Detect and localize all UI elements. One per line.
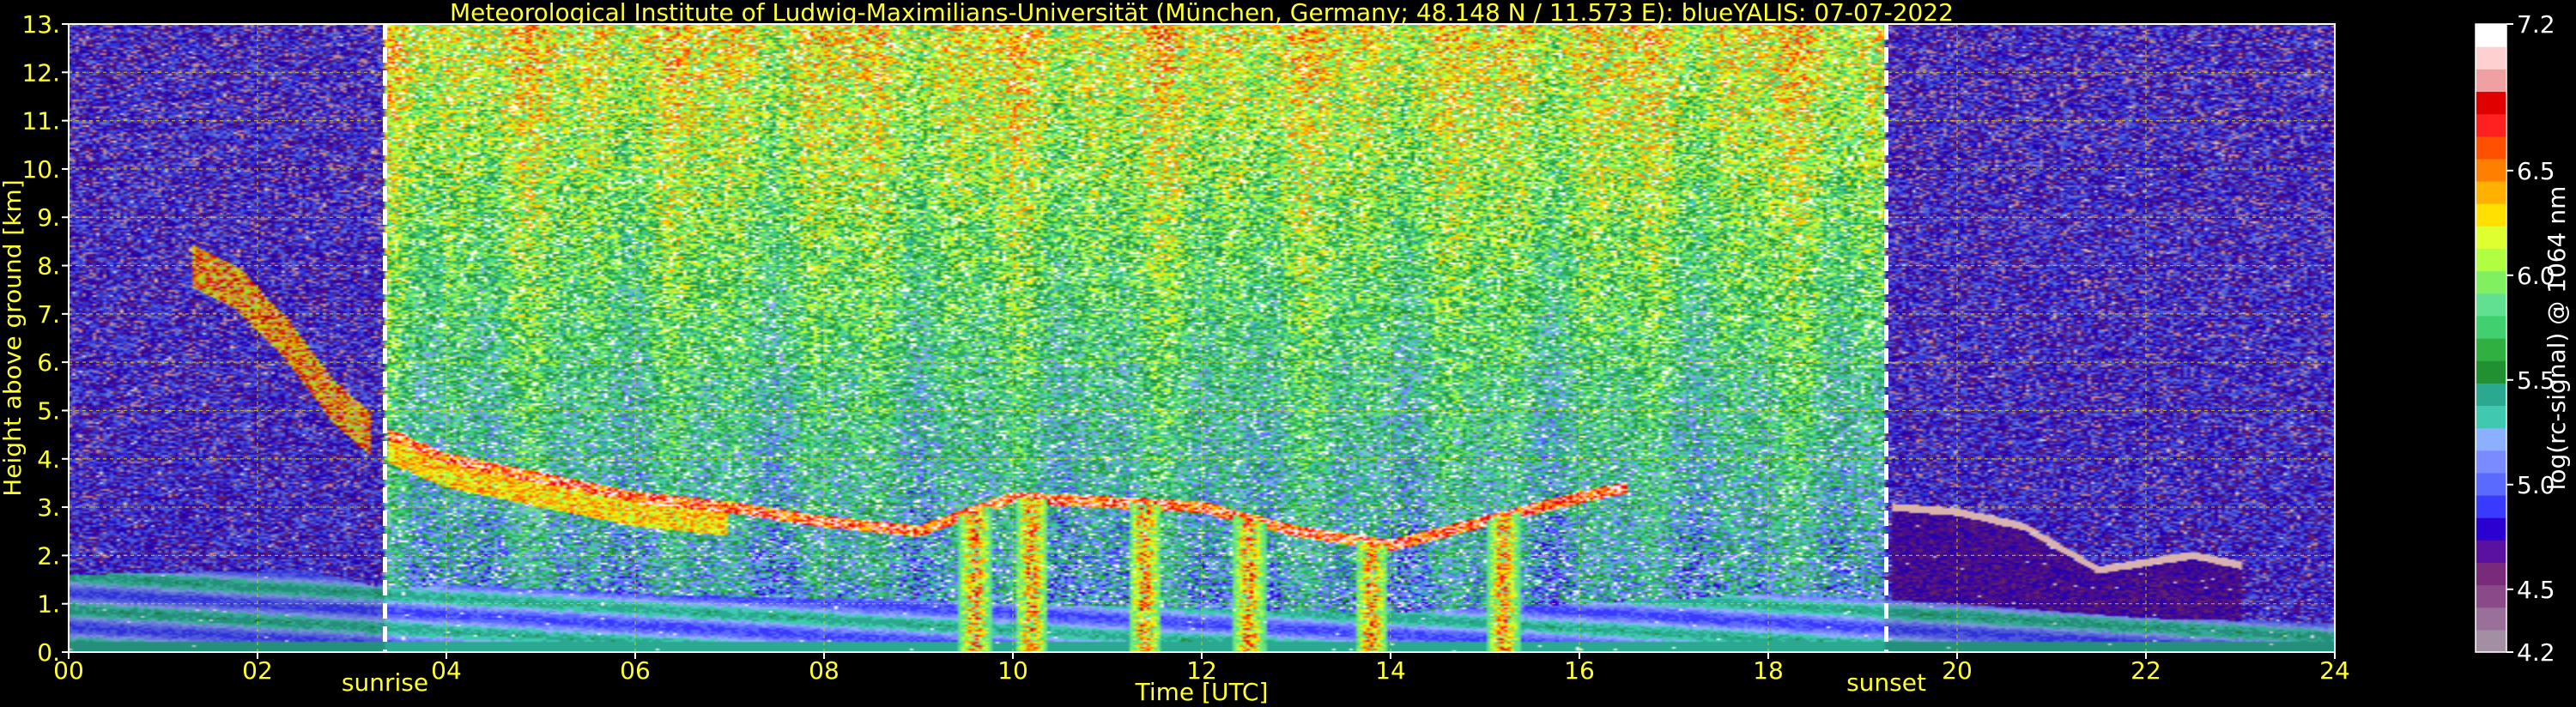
colorbar-segment xyxy=(2476,293,2506,317)
colorbar-segment xyxy=(2476,472,2506,496)
chart-title: Meteorological Institute of Ludwig-Maxim… xyxy=(450,0,1954,27)
backscatter-heatmap xyxy=(69,24,2335,652)
y-tick-label: 9. xyxy=(37,203,60,232)
colorbar-segment xyxy=(2476,24,2506,47)
colorbar-segment xyxy=(2476,540,2506,564)
y-tick-label: 11. xyxy=(21,107,60,136)
x-tick-label: 16 xyxy=(1564,656,1595,685)
y-tick-label: 2. xyxy=(37,541,60,570)
y-tick-label: 0. xyxy=(37,638,60,667)
colorbar-segment xyxy=(2476,203,2506,227)
colorbar-segment xyxy=(2476,270,2506,294)
y-tick-label: 1. xyxy=(37,590,60,619)
colorbar: 4.24.55.05.56.06.57.2 log(rc-signal) @ 1… xyxy=(2475,10,2571,667)
x-tick-label: 14 xyxy=(1375,656,1406,685)
y-tick-label: 7. xyxy=(37,300,60,329)
y-tick-label: 5. xyxy=(37,396,60,425)
colorbar-segment xyxy=(2476,69,2506,93)
colorbar-segment xyxy=(2476,405,2506,429)
colorbar-segment xyxy=(2476,383,2506,407)
colorbar-segment xyxy=(2476,584,2506,608)
y-tick-label: 8. xyxy=(37,252,60,281)
x-tick-label: 24 xyxy=(2319,656,2350,685)
x-tick-label: 22 xyxy=(2131,656,2161,685)
y-tick-label: 13. xyxy=(21,10,60,39)
colorbar-segment xyxy=(2476,495,2506,518)
colorbar-segment xyxy=(2476,450,2506,474)
colorbar-tick-label: 4.5 xyxy=(2517,576,2555,604)
x-tick-label: 20 xyxy=(1942,656,1973,685)
colorbar-tick-label: 6.5 xyxy=(2517,157,2555,185)
colorbar-segment xyxy=(2476,562,2506,586)
y-axis-ticks: 0. 1. 2. 3. 4. 5. 6. 7. 8. 9. 10. 11. 12. 13. xyxy=(21,10,69,667)
colorbar-segment xyxy=(2476,46,2506,69)
lidar-quicklook-chart: Meteorological Institute of Ludwig-Maxim… xyxy=(0,0,2571,706)
colorbar-segment xyxy=(2476,226,2506,250)
colorbar-segment xyxy=(2476,181,2506,204)
colorbar-tick-label: 4.2 xyxy=(2517,638,2555,667)
sunrise-label: sunrise xyxy=(342,668,428,697)
y-axis-label: Height above ground [km] xyxy=(0,179,27,497)
y-tick-label: 4. xyxy=(37,445,60,474)
colorbar-label: log(rc-signal) @ 1064 nm xyxy=(2543,186,2571,491)
colorbar-segment xyxy=(2476,158,2506,182)
colorbar-segment xyxy=(2476,629,2506,653)
y-tick-label: 10. xyxy=(21,155,60,184)
x-tick-label: 10 xyxy=(997,656,1028,685)
plot-area xyxy=(68,23,2336,653)
colorbar-segment xyxy=(2476,136,2506,160)
colorbar-segment xyxy=(2476,607,2506,631)
x-axis-label: Time [UTC] xyxy=(1135,678,1269,706)
x-tick-label: 18 xyxy=(1753,656,1784,685)
x-tick-label: 04 xyxy=(431,656,462,685)
colorbar-segment xyxy=(2476,113,2506,137)
colorbar-segment xyxy=(2476,91,2506,115)
colorbar-segment xyxy=(2476,517,2506,541)
y-tick-label: 3. xyxy=(37,493,60,522)
colorbar-segment xyxy=(2476,338,2506,361)
colorbar-scale xyxy=(2476,24,2506,653)
sunset-label: sunset xyxy=(1846,668,1926,697)
colorbar-segment xyxy=(2476,427,2506,451)
annotation-labels: sunrise sunset xyxy=(342,668,1926,697)
colorbar-tick-label: 7.2 xyxy=(2517,10,2555,39)
x-tick-label: 08 xyxy=(809,656,839,685)
colorbar-segment xyxy=(2476,315,2506,339)
colorbar-segment xyxy=(2476,360,2506,384)
y-tick-label: 12. xyxy=(21,58,60,87)
y-tick-label: 6. xyxy=(37,348,60,377)
x-tick-label: 02 xyxy=(242,656,273,685)
x-tick-label: 06 xyxy=(620,656,651,685)
colorbar-segment xyxy=(2476,248,2506,272)
